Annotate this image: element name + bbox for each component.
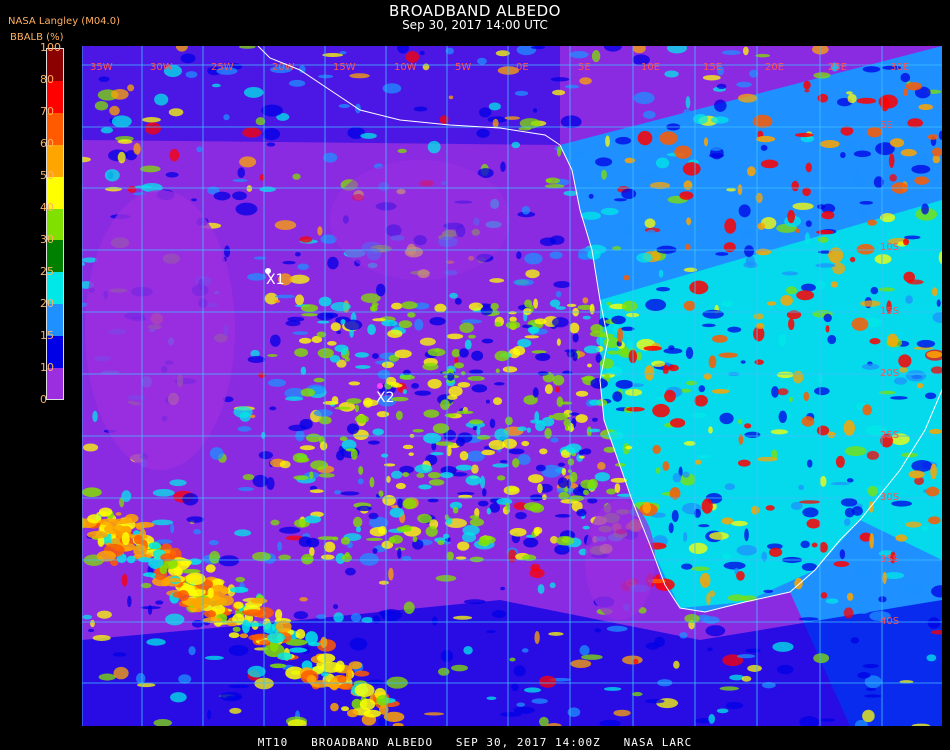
longitude-label: 15E — [703, 62, 722, 73]
longitude-label: 30E — [890, 62, 909, 73]
latitude-label: 20S — [880, 368, 899, 379]
marker-label: X1 — [266, 272, 285, 288]
longitude-label: 10E — [641, 62, 660, 73]
longitude-label: 25E — [828, 62, 847, 73]
latitude-label: 30S — [880, 492, 899, 503]
latitude-label: 10S — [880, 242, 899, 253]
longitude-label: 5E — [578, 62, 591, 73]
marker-label: X2 — [376, 390, 395, 406]
longitude-label: 0E — [516, 62, 529, 73]
source-label: NASA Langley (M04.0) — [8, 16, 120, 27]
latitude-label: 40S — [880, 616, 899, 627]
marker-dot — [377, 383, 383, 389]
longitude-label: 5W — [455, 62, 471, 73]
longitude-label: 10W — [394, 62, 417, 73]
longitude-label: 25W — [211, 62, 234, 73]
albedo-map: 35W 30W 25W 20W 15W 10W 5W 0E 5E 10E 15E 20E 25E 30E5… — [82, 46, 942, 726]
longitude-label: 15W — [333, 62, 356, 73]
latitude-label: 35S — [880, 554, 899, 565]
footer-caption: MT10 BROADBAND ALBEDO SEP 30, 2017 14:00… — [257, 736, 693, 749]
latitude-label: 5S — [880, 120, 893, 131]
map-timestamp: Sep 30, 2017 14:00 UTC — [402, 18, 548, 32]
longitude-label: 35W — [90, 62, 113, 73]
latitude-label: 15S — [880, 306, 899, 317]
longitude-label: 30W — [150, 62, 173, 73]
colorbar — [46, 48, 64, 400]
latitude-label: 25S — [880, 430, 899, 441]
longitude-label: 20E — [765, 62, 784, 73]
